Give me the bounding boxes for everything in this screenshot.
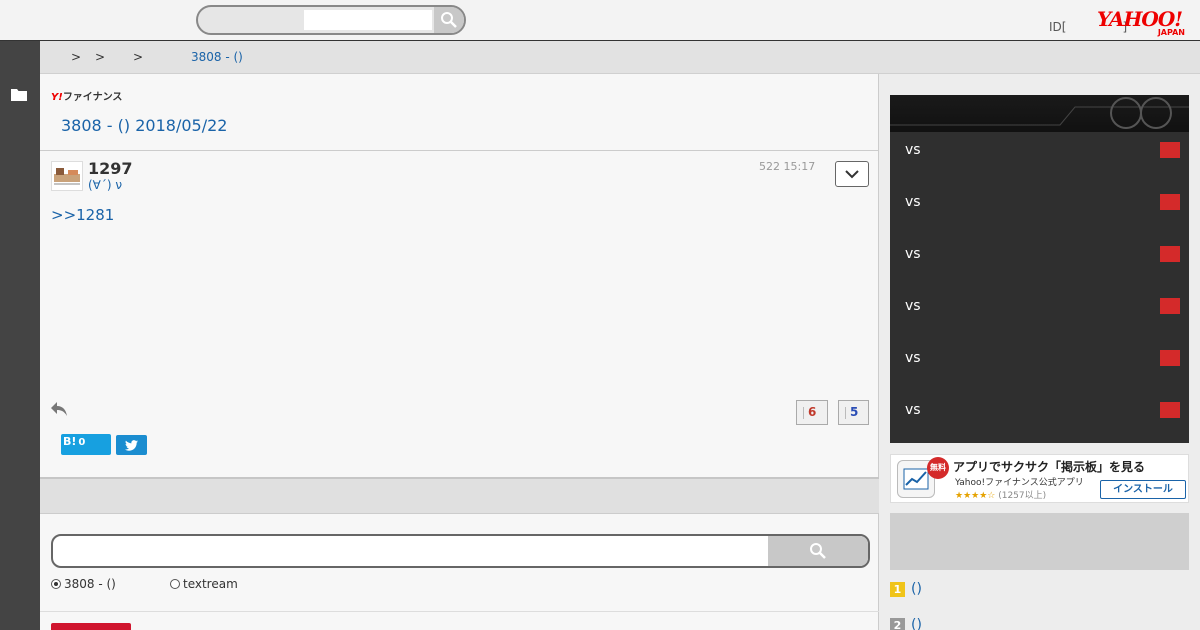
left-nav — [0, 41, 40, 630]
right-sidebar: vs vs vs vs vs vs 無料 アプリでサクサク「掲示板」を見る Ya… — [880, 74, 1200, 630]
score-vs-label: vs — [905, 402, 921, 418]
search-scope-board-option[interactable]: 3808 - () — [51, 577, 116, 591]
folder-icon[interactable] — [11, 88, 27, 101]
ranking-label: () — [911, 581, 922, 597]
divider — [40, 150, 879, 151]
search-icon — [810, 543, 826, 559]
top-bar: ID[] YAHOO! JAPAN — [0, 0, 1200, 41]
avatar-image-icon — [54, 168, 80, 185]
score-row[interactable]: vs — [890, 236, 1189, 288]
board-search-button[interactable] — [768, 536, 868, 566]
yahoo-japan-logo[interactable]: YAHOO! JAPAN — [1097, 8, 1189, 38]
hatena-count: 0 — [78, 437, 86, 448]
thread-title[interactable]: 3808 - () 2018/05/22 — [61, 116, 227, 135]
avatar[interactable] — [51, 161, 83, 191]
rank-number: 2 — [890, 617, 905, 630]
ranking-item[interactable]: 2 () — [890, 617, 922, 630]
score-vs-label: vs — [905, 350, 921, 366]
post-number: 1297 — [88, 159, 133, 178]
scores-header — [890, 95, 1189, 132]
baseball-header-graphic — [890, 97, 1189, 129]
ad-subtitle: Yahoo!ファイナンス公式アプリ — [955, 478, 1084, 488]
post-menu-button[interactable] — [835, 161, 869, 187]
dislike-button[interactable]: 5 — [838, 400, 869, 425]
user-id-prefix: ID[ — [1049, 20, 1067, 34]
logo-text: YAHOO! — [1097, 7, 1183, 31]
breadcrumb: > > > 3808 - () — [40, 41, 1200, 74]
score-vs-label: vs — [905, 142, 921, 158]
baseball-scores-panel: vs vs vs vs vs vs — [890, 95, 1189, 443]
ranking-item[interactable]: 1 () — [890, 581, 922, 597]
tweet-button[interactable] — [116, 435, 147, 455]
ad-title: アプリでサクサク「掲示板」を見る — [953, 460, 1146, 474]
score-vs-label: vs — [905, 246, 921, 262]
team-logo-icon — [1160, 402, 1180, 418]
reply-icon[interactable] — [50, 401, 68, 417]
free-badge: 無料 — [927, 457, 949, 479]
like-count: 6 — [808, 405, 817, 419]
ad-rating: ★★★★☆ (1257以上) — [955, 488, 1046, 501]
header-search — [196, 5, 466, 35]
team-logo-icon — [1160, 194, 1180, 210]
post-timestamp: 522 15:17 — [759, 160, 816, 173]
section-divider-band — [40, 477, 879, 514]
score-row[interactable]: vs — [890, 340, 1189, 392]
like-divider — [803, 407, 804, 419]
main-content: Y!ファイナンス 3808 - () 2018/05/22 1297 (∀´) … — [40, 74, 879, 630]
team-logo-icon — [1160, 298, 1180, 314]
team-logo-icon — [1160, 246, 1180, 262]
twitter-icon — [125, 439, 138, 451]
hatena-label: B! — [63, 435, 77, 448]
ranking-label: () — [911, 617, 922, 630]
score-row[interactable]: vs — [890, 132, 1189, 184]
divider — [40, 611, 879, 612]
search-scope-textream-option[interactable]: textream — [170, 577, 238, 591]
ad-review-count: (1257以上) — [998, 491, 1047, 501]
post-body[interactable]: >>1281 — [51, 206, 114, 224]
search-icon — [441, 12, 457, 28]
promo-banner[interactable] — [51, 623, 131, 630]
radio-selected[interactable] — [51, 579, 61, 589]
search-scope-board-label: 3808 - () — [64, 577, 116, 591]
score-vs-label: vs — [905, 194, 921, 210]
score-row[interactable]: vs — [890, 392, 1189, 444]
breadcrumb-current[interactable]: 3808 - () — [191, 50, 243, 64]
chevron-down-icon — [845, 169, 859, 178]
breadcrumb-separator: > — [95, 50, 106, 64]
finance-logo-text: ファイナンス — [62, 92, 123, 103]
hatena-bookmark-button[interactable]: B! 0 — [61, 434, 111, 455]
sidebar-placeholder-box — [890, 513, 1189, 570]
score-row[interactable]: vs — [890, 288, 1189, 340]
score-vs-label: vs — [905, 298, 921, 314]
dislike-count: 5 — [850, 405, 859, 419]
breadcrumb-separator: > — [71, 50, 82, 64]
install-button[interactable]: インストール — [1100, 480, 1186, 499]
like-button[interactable]: 6 — [796, 400, 828, 425]
board-search-input[interactable] — [63, 541, 753, 561]
breadcrumb-separator: > — [133, 50, 144, 64]
team-logo-icon — [1160, 142, 1180, 158]
dislike-divider — [845, 407, 846, 419]
rank-number: 1 — [890, 581, 905, 597]
post-author[interactable]: (∀´) ν — [88, 178, 122, 192]
app-install-ad[interactable]: 無料 アプリでサクサク「掲示板」を見る Yahoo!ファイナンス公式アプリ ★★… — [890, 454, 1189, 503]
star-rating-icon: ★★★★☆ — [955, 491, 996, 501]
board-search — [51, 534, 870, 568]
team-logo-icon — [1160, 350, 1180, 366]
header-search-input[interactable] — [304, 10, 432, 30]
header-search-button[interactable] — [434, 7, 464, 33]
radio-unselected[interactable] — [170, 579, 180, 589]
score-row[interactable]: vs — [890, 184, 1189, 236]
yahoo-finance-logo[interactable]: Y!ファイナンス — [51, 88, 122, 103]
search-scope-textream-label: textream — [183, 577, 238, 591]
finance-logo-mark: Y! — [51, 92, 63, 103]
